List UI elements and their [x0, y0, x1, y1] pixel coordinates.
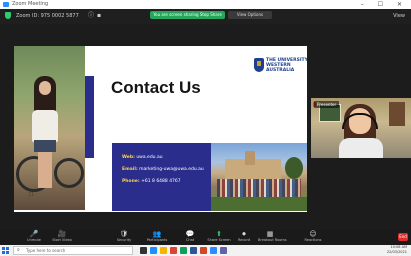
taskbar-search-input[interactable]: ⌕ Type here to search: [13, 246, 133, 255]
uwa-logo: THE UNIVERSITY OF WESTERN AUSTRALIA: [254, 58, 307, 74]
windows-start-icon[interactable]: [2, 247, 9, 254]
word-icon[interactable]: [190, 247, 197, 254]
chrome-icon[interactable]: [170, 247, 177, 254]
toolbar-participants-button[interactable]: 👥 Participants: [145, 231, 169, 245]
uwa-crest-icon: [254, 58, 264, 72]
meeting-info[interactable]: Zoom ID: 975 0002 5877: [16, 12, 79, 20]
excel-icon[interactable]: [180, 247, 187, 254]
grid-icon[interactable]: ▪: [97, 12, 101, 20]
search-icon: ⌕: [17, 247, 20, 253]
meeting-top-bar: Zoom ID: 975 0002 5877 ⓘ ▪ You are scree…: [0, 9, 411, 24]
system-clock[interactable]: 10:08 AM 22/03/2021: [387, 245, 407, 255]
contact-phone: Phone: +61 8 6488 4767: [122, 179, 181, 184]
end-meeting-button[interactable]: End: [398, 233, 408, 241]
rooms-icon: ▦: [266, 230, 274, 238]
slide-number: 21: [28, 192, 35, 198]
windows-taskbar: ⌕ Type here to search 10:08 AM 22/03/202…: [0, 245, 411, 256]
file-explorer-icon[interactable]: [160, 247, 167, 254]
screen-share-banner[interactable]: You are screen sharing Stop Share: [150, 11, 225, 19]
window-controls[interactable]: – ☐ ✕: [361, 1, 408, 8]
video-icon: 🎥: [57, 230, 67, 238]
student-bike-photo: 21: [14, 46, 85, 210]
toolbar-share-screen-button[interactable]: ⬆ Share Screen: [207, 231, 231, 245]
contact-email: Email: marketing-uwa@uwa.edu.au: [122, 167, 204, 172]
view-button[interactable]: View: [393, 12, 405, 20]
window-title: Zoom Meeting: [12, 1, 49, 7]
meeting-toolbar: 🎤 Unmute 🎥 Start Video 🛡 Security 👥 Part…: [0, 230, 411, 245]
chat-icon: 💬: [185, 230, 195, 238]
encryption-shield-icon[interactable]: [5, 12, 11, 19]
task-view-icon[interactable]: [140, 247, 147, 254]
window-titlebar: Zoom Meeting – ☐ ✕: [0, 0, 411, 9]
toolbar-breakout-rooms-button[interactable]: ▦ Breakout Rooms: [258, 230, 287, 245]
accent-bar: [85, 76, 94, 158]
campus-photo: [211, 143, 307, 211]
toolbar-reactions-button[interactable]: ☺ Reactions: [301, 231, 325, 245]
toolbar-unmute-button[interactable]: 🎤 Unmute: [22, 231, 46, 245]
toolbar-video-button[interactable]: 🎥 Start Video: [50, 231, 74, 245]
view-options-button[interactable]: View Options: [228, 11, 272, 19]
shared-slide: 21 Contact Us THE UNIVERSITY OF WESTERN …: [14, 46, 307, 212]
reactions-icon: ☺: [309, 230, 317, 238]
toolbar-record-button[interactable]: ⏺ Record: [232, 231, 256, 245]
mic-icon: 🎤: [29, 230, 39, 238]
meeting-info-icon[interactable]: ⓘ: [88, 12, 94, 20]
share-icon: ⬆: [216, 230, 222, 238]
edge-icon[interactable]: [150, 247, 157, 254]
toolbar-chat-button[interactable]: 💬 Chat: [178, 231, 202, 245]
shield-icon: 🛡: [119, 230, 129, 238]
zoom-app-icon[interactable]: [210, 247, 217, 254]
teams-icon[interactable]: [220, 247, 227, 254]
record-icon: ⏺: [242, 230, 246, 238]
participant-video-tile[interactable]: Presenter: [311, 98, 411, 158]
contact-details-box: Web: uwa.edu.au Email: marketing-uwa@uwa…: [112, 143, 211, 211]
zoom-logo-icon: [3, 2, 9, 7]
uwa-logo-text: THE UNIVERSITY OF WESTERN AUSTRALIA: [266, 58, 307, 73]
participants-icon: 👥: [152, 230, 162, 238]
participant-name: Presenter: [314, 101, 340, 108]
toolbar-security-button[interactable]: 🛡 Security: [112, 231, 136, 245]
powerpoint-icon[interactable]: [200, 247, 207, 254]
contact-web: Web: uwa.edu.au: [122, 155, 163, 160]
slide-title: Contact Us: [111, 78, 201, 97]
